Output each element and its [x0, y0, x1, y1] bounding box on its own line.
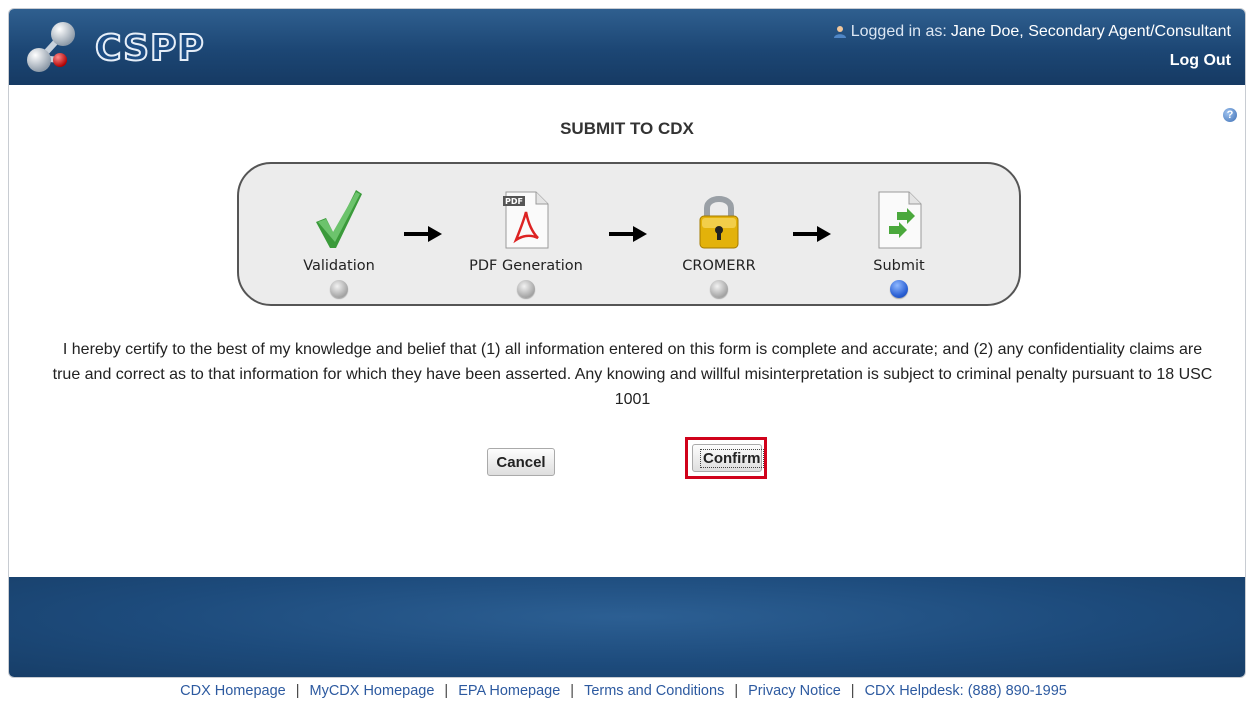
cspp-logo: CSPP	[23, 18, 233, 76]
user-name: Jane Doe, Secondary Agent/Consultant	[950, 23, 1231, 40]
step-label: Submit	[873, 258, 925, 274]
header-bar: CSPP Logged in as: Jane Doe, Secondary A…	[9, 9, 1245, 85]
confirm-button-label: Confirm	[700, 448, 764, 468]
logged-in-label: Logged in as:	[850, 23, 947, 40]
molecule-logo-icon	[27, 22, 75, 72]
footer-link-epa-homepage[interactable]: EPA Homepage	[458, 683, 560, 699]
right-arrow-icon	[609, 226, 647, 242]
step-status-dot	[330, 280, 348, 298]
footer-link-privacy-notice[interactable]: Privacy Notice	[748, 683, 841, 699]
footer-band	[9, 577, 1245, 677]
footer-links: CDX Homepage | MyCDX Homepage | EPA Homepage…	[0, 683, 1247, 699]
user-icon	[833, 26, 846, 38]
page-title: SUBMIT TO CDX	[560, 119, 694, 138]
cancel-button[interactable]: Cancel	[487, 448, 555, 476]
step-status-dot	[710, 280, 728, 298]
wizard-step-cromerr: CROMERR	[644, 178, 794, 298]
certification-statement: I hereby certify to the best of my knowl…	[52, 341, 1213, 408]
step-status-dot	[517, 280, 535, 298]
logged-in-info: Logged in as: Jane Doe, Secondary Agent/…	[833, 23, 1231, 41]
checkmark-icon	[316, 190, 362, 248]
pdf-icon: PDF	[503, 191, 549, 249]
lock-icon	[699, 196, 739, 249]
app-frame: CSPP Logged in as: Jane Doe, Secondary A…	[8, 8, 1246, 678]
step-label: PDF Generation	[469, 258, 583, 274]
submit-document-icon	[878, 191, 922, 249]
confirm-button[interactable]: Confirm	[692, 444, 764, 472]
footer-separator: |	[850, 683, 855, 699]
wizard-step-validation: Validation	[264, 178, 414, 298]
footer-link-mycdx-homepage[interactable]: MyCDX Homepage	[309, 683, 434, 699]
footer-link-cdx-homepage[interactable]: CDX Homepage	[180, 683, 286, 699]
right-arrow-icon	[404, 226, 442, 242]
svg-text:PDF: PDF	[505, 197, 523, 206]
wizard-step-submit: Submit	[824, 178, 974, 298]
step-status-dot-active	[890, 280, 908, 298]
footer-separator: |	[570, 683, 575, 699]
step-label: Validation	[303, 258, 375, 274]
footer-link-terms-and-conditions[interactable]: Terms and Conditions	[584, 683, 724, 699]
step-label: CROMERR	[682, 258, 756, 274]
footer-link-cdx-helpdesk[interactable]: CDX Helpdesk: (888) 890-1995	[865, 683, 1067, 699]
logout-link[interactable]: Log Out	[1170, 52, 1231, 70]
footer-separator: |	[444, 683, 449, 699]
logo-text: CSPP	[94, 27, 205, 70]
submission-progress-wizard: Validation PDF PDF Generation CROMERR Su…	[237, 162, 1021, 306]
footer-separator: |	[734, 683, 739, 699]
footer-separator: |	[295, 683, 300, 699]
wizard-step-pdf-generation: PDF PDF Generation	[451, 178, 601, 298]
